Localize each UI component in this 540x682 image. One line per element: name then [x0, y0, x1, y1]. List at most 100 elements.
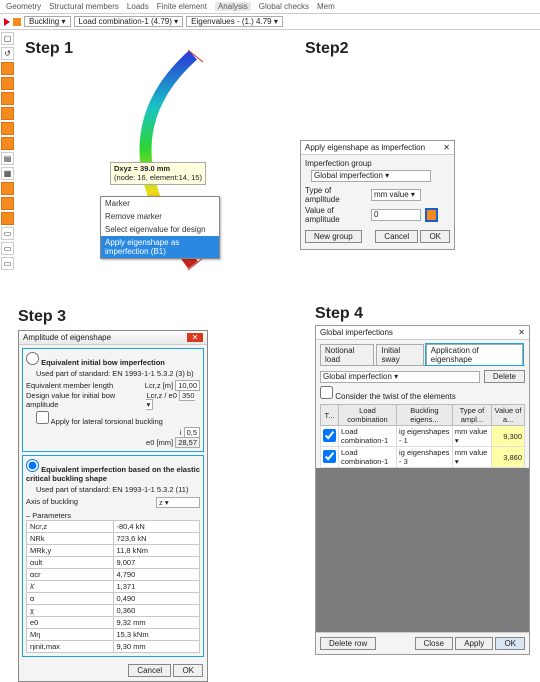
group-select[interactable]: Global imperfection ▾: [320, 371, 480, 383]
e0-value: 28,57: [175, 437, 200, 448]
ok-button[interactable]: OK: [420, 230, 450, 243]
param-value: 723,6 kN: [113, 533, 200, 545]
section-initial-bow: Equivalent initial bow imperfection Used…: [22, 348, 204, 452]
tabs: Notional load Initial sway Application o…: [320, 344, 525, 366]
row-checkbox[interactable]: [323, 450, 336, 463]
axis-select[interactable]: z ▾: [156, 497, 200, 508]
top-menu[interactable]: Geometry Structural members Loads Finite…: [0, 0, 540, 14]
param-value: 0,490: [113, 593, 200, 605]
table-row[interactable]: Load combination-1ig eigenshapes - 1mm v…: [321, 426, 525, 447]
tool-icon[interactable]: [1, 107, 14, 120]
empty-grid-area: [316, 468, 529, 632]
menu-mem[interactable]: Mem: [317, 2, 335, 11]
row-checkbox[interactable]: [323, 429, 336, 442]
param-value: 4,790: [113, 569, 200, 581]
radio-elastic-buckling[interactable]: [26, 459, 39, 472]
tool-icon[interactable]: [1, 197, 14, 210]
chk-lateral-torsional[interactable]: [36, 411, 49, 424]
radio-initial-bow[interactable]: [26, 352, 39, 365]
dlg3-title: Amplitude of eigenshape: [23, 333, 111, 342]
tab-notional-load[interactable]: Notional load: [320, 344, 374, 365]
std-text: Used part of standard: EN 1993-1-1 5.3.2…: [36, 369, 200, 378]
new-group-button[interactable]: New group: [305, 230, 362, 243]
param-value: 9,30 mm: [113, 641, 200, 653]
tool-icon[interactable]: ▭: [1, 242, 14, 255]
delete-row-button[interactable]: Delete row: [320, 637, 376, 650]
dlg-global-imperfections: Global imperfections ✕ Notional load Init…: [315, 325, 530, 655]
tool-icon[interactable]: ↺: [1, 47, 14, 60]
type-amplitude-select[interactable]: mm value ▾: [371, 189, 421, 201]
value-amp-label: Value of amplitude: [305, 206, 367, 224]
param-name: αcr: [27, 569, 114, 581]
analysis-type-select[interactable]: Buckling ▾: [24, 16, 71, 27]
control-bar: Buckling ▾ Load combination-1 (4.79) ▾ E…: [0, 14, 540, 30]
tab-initial-sway[interactable]: Initial sway: [376, 344, 423, 365]
eigenvalue-select[interactable]: Eigenvalues - (1.) 4.79 ▾: [186, 16, 283, 27]
param-name: MRk,y: [27, 545, 114, 557]
orange-tool-icon[interactable]: [13, 18, 21, 26]
step3-label: Step 3: [18, 308, 66, 326]
param-value: 15,3 kNm: [113, 629, 200, 641]
tool-icon[interactable]: [1, 182, 14, 195]
ctx-apply-eigenshape[interactable]: Apply eigenshape as imperfection (B1): [101, 236, 219, 258]
tool-icon[interactable]: ▭: [1, 227, 14, 240]
dlg-title: Apply eigenshape as imperfection: [305, 143, 425, 152]
run-icon[interactable]: [4, 18, 10, 26]
value-amplitude-input[interactable]: 0: [371, 209, 421, 221]
tab-application-eigenshape[interactable]: Application of eigenshape: [426, 344, 523, 365]
cancel-button[interactable]: Cancel: [128, 664, 171, 677]
dlg-apply-eigenshape: Apply eigenshape as imperfection ✕ Imperf…: [300, 140, 455, 250]
tool-icon[interactable]: [1, 137, 14, 150]
param-value: 0,360: [113, 605, 200, 617]
ctx-marker[interactable]: Marker: [101, 197, 219, 210]
tool-icon[interactable]: [1, 122, 14, 135]
tool-icon[interactable]: ▦: [1, 167, 14, 180]
imperfection-group-label: Imperfection group: [305, 159, 450, 168]
param-name: Mη: [27, 629, 114, 641]
param-value: -80,4 kN: [113, 521, 200, 533]
menu-structural[interactable]: Structural members: [49, 2, 119, 11]
menu-loads[interactable]: Loads: [127, 2, 149, 11]
delete-button[interactable]: Delete: [484, 370, 525, 383]
node-tooltip: Dxyz = 39.0 mm(node: 16, element:14, 15): [110, 162, 206, 185]
ctx-select-eigen[interactable]: Select eigenvalue for design: [101, 223, 219, 236]
close-button[interactable]: Close: [415, 637, 453, 650]
ok-button[interactable]: OK: [173, 664, 203, 677]
section-elastic-buckling: Equivalent imperfection based on the ela…: [22, 455, 204, 657]
menu-fe[interactable]: Finite element: [157, 2, 207, 11]
table-row[interactable]: Load combination-1ig eigenshapes - 3mm v…: [321, 447, 525, 468]
tool-icon[interactable]: [1, 62, 14, 75]
close-icon[interactable]: ✕: [187, 333, 203, 342]
tool-icon[interactable]: [1, 92, 14, 105]
menu-geometry[interactable]: Geometry: [6, 2, 41, 11]
step4-label: Step 4: [315, 305, 363, 323]
param-name: χ: [27, 605, 114, 617]
close-icon[interactable]: ✕: [443, 143, 450, 152]
chk-consider-twist[interactable]: [320, 386, 333, 399]
parameters-table: Ncr,z-80,4 kNNRk723,6 kNMRk,y11,8 kNmαul…: [26, 520, 200, 653]
menu-analysis[interactable]: Analysis: [215, 2, 251, 11]
amplitude-wizard-button[interactable]: [425, 208, 438, 222]
step2-label: Step2: [305, 40, 349, 58]
dlg4-title: Global imperfections: [320, 328, 393, 337]
context-menu[interactable]: Marker Remove marker Select eigenvalue f…: [100, 196, 220, 259]
close-icon[interactable]: ✕: [518, 328, 525, 337]
tool-icon[interactable]: ▢: [1, 32, 14, 45]
tool-icon[interactable]: ▤: [1, 152, 14, 165]
ok-button[interactable]: OK: [495, 637, 525, 650]
loadcombo-select[interactable]: Load combination-1 (4.79) ▾: [74, 16, 184, 27]
param-name: NRk: [27, 533, 114, 545]
tool-icon[interactable]: ▭: [1, 257, 14, 270]
tool-icon[interactable]: [1, 77, 14, 90]
param-name: λ̄: [27, 581, 114, 593]
eigenshape-application-table[interactable]: T...Load combinationBuckling eigens...Ty…: [320, 404, 525, 468]
ctx-remove-marker[interactable]: Remove marker: [101, 210, 219, 223]
menu-global[interactable]: Global checks: [259, 2, 309, 11]
imperfection-group-select[interactable]: Global imperfection ▾: [311, 170, 431, 182]
param-name: e0: [27, 617, 114, 629]
cancel-button[interactable]: Cancel: [375, 230, 418, 243]
param-name: α: [27, 593, 114, 605]
tool-icon[interactable]: [1, 212, 14, 225]
apply-button[interactable]: Apply: [455, 637, 493, 650]
param-value: 11,8 kNm: [113, 545, 200, 557]
